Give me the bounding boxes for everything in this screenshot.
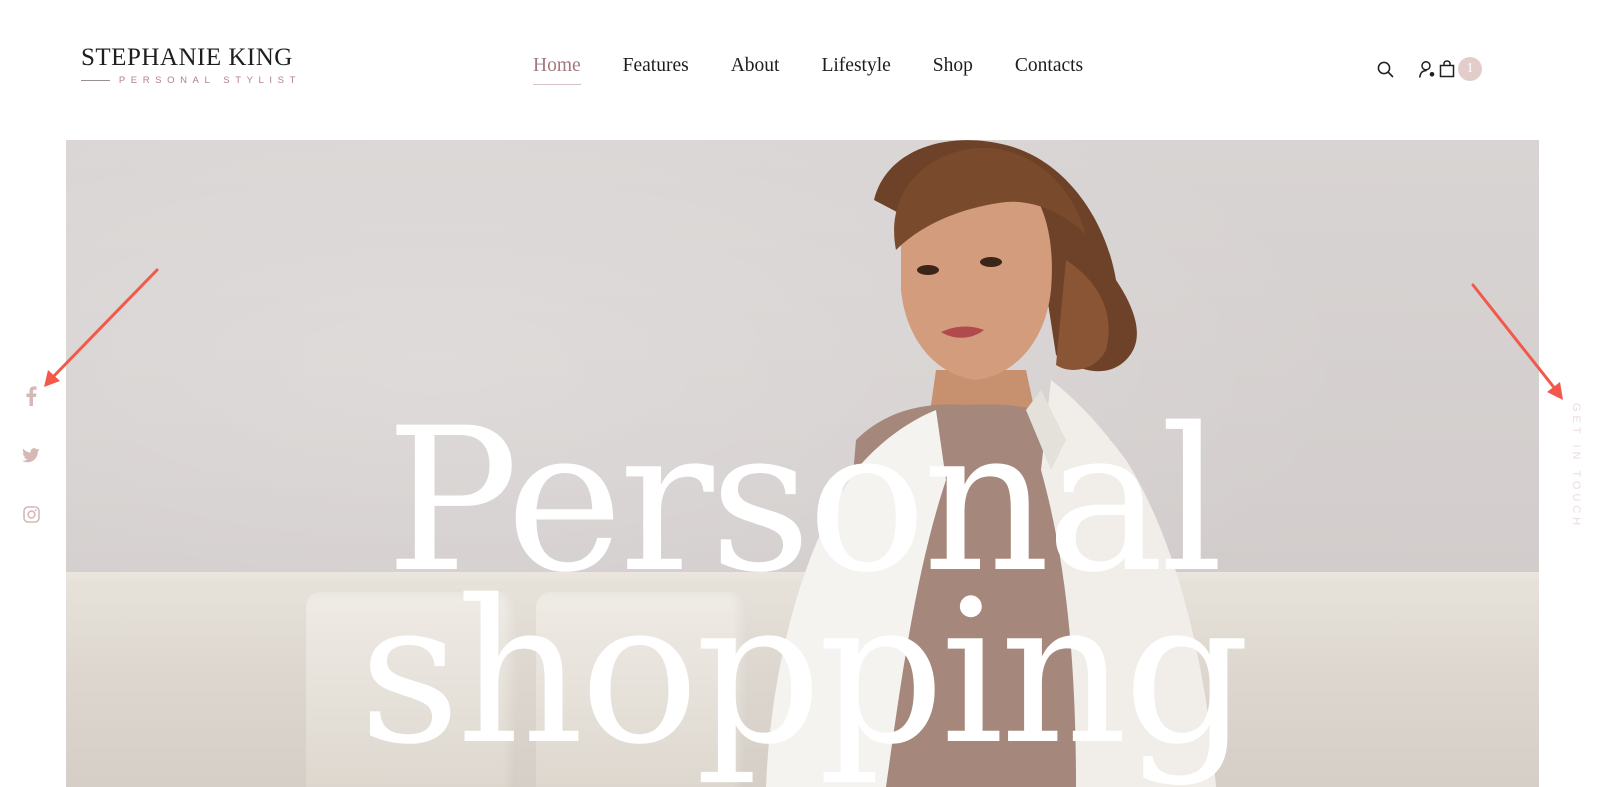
nav-item-home[interactable]: Home (533, 55, 581, 85)
logo[interactable]: STEPHANIE KING PERSONAL STYLIST (81, 44, 301, 86)
nav-item-shop[interactable]: Shop (933, 55, 973, 85)
facebook-icon[interactable] (20, 385, 42, 407)
annotation-arrowhead-left (44, 370, 60, 387)
page: STEPHANIE KING PERSONAL STYLIST Home Fea… (0, 0, 1606, 787)
cart[interactable]: 1 (1437, 57, 1482, 81)
social-links (20, 385, 42, 562)
logo-divider (81, 80, 110, 81)
instagram-icon[interactable] (20, 503, 42, 525)
logo-name: STEPHANIE KING (81, 44, 293, 71)
user-icon[interactable] (1417, 59, 1437, 79)
logo-tagline-row: PERSONAL STYLIST (81, 75, 301, 86)
hero-title: Personal shopping (66, 402, 1539, 787)
shopping-bag-icon[interactable] (1437, 59, 1457, 79)
nav-item-about[interactable]: About (731, 55, 780, 85)
search-icon[interactable] (1375, 59, 1395, 79)
nav-item-features[interactable]: Features (623, 55, 689, 85)
hero-banner: Personal shopping (66, 140, 1539, 787)
annotation-arrowhead-right (1547, 382, 1563, 400)
header-actions: 1 (1375, 57, 1482, 81)
get-in-touch-link[interactable]: GET IN TOUCH (1566, 403, 1582, 529)
twitter-icon[interactable] (20, 444, 42, 466)
logo-tagline: PERSONAL STYLIST (118, 75, 301, 86)
site-header: STEPHANIE KING PERSONAL STYLIST Home Fea… (0, 0, 1606, 140)
main-nav: Home Features About Lifestyle Shop Conta… (533, 55, 1125, 85)
hero-title-line2: shopping (358, 557, 1250, 787)
nav-item-contacts[interactable]: Contacts (1015, 55, 1083, 85)
cart-count-badge: 1 (1458, 57, 1482, 81)
nav-item-lifestyle[interactable]: Lifestyle (821, 55, 890, 85)
